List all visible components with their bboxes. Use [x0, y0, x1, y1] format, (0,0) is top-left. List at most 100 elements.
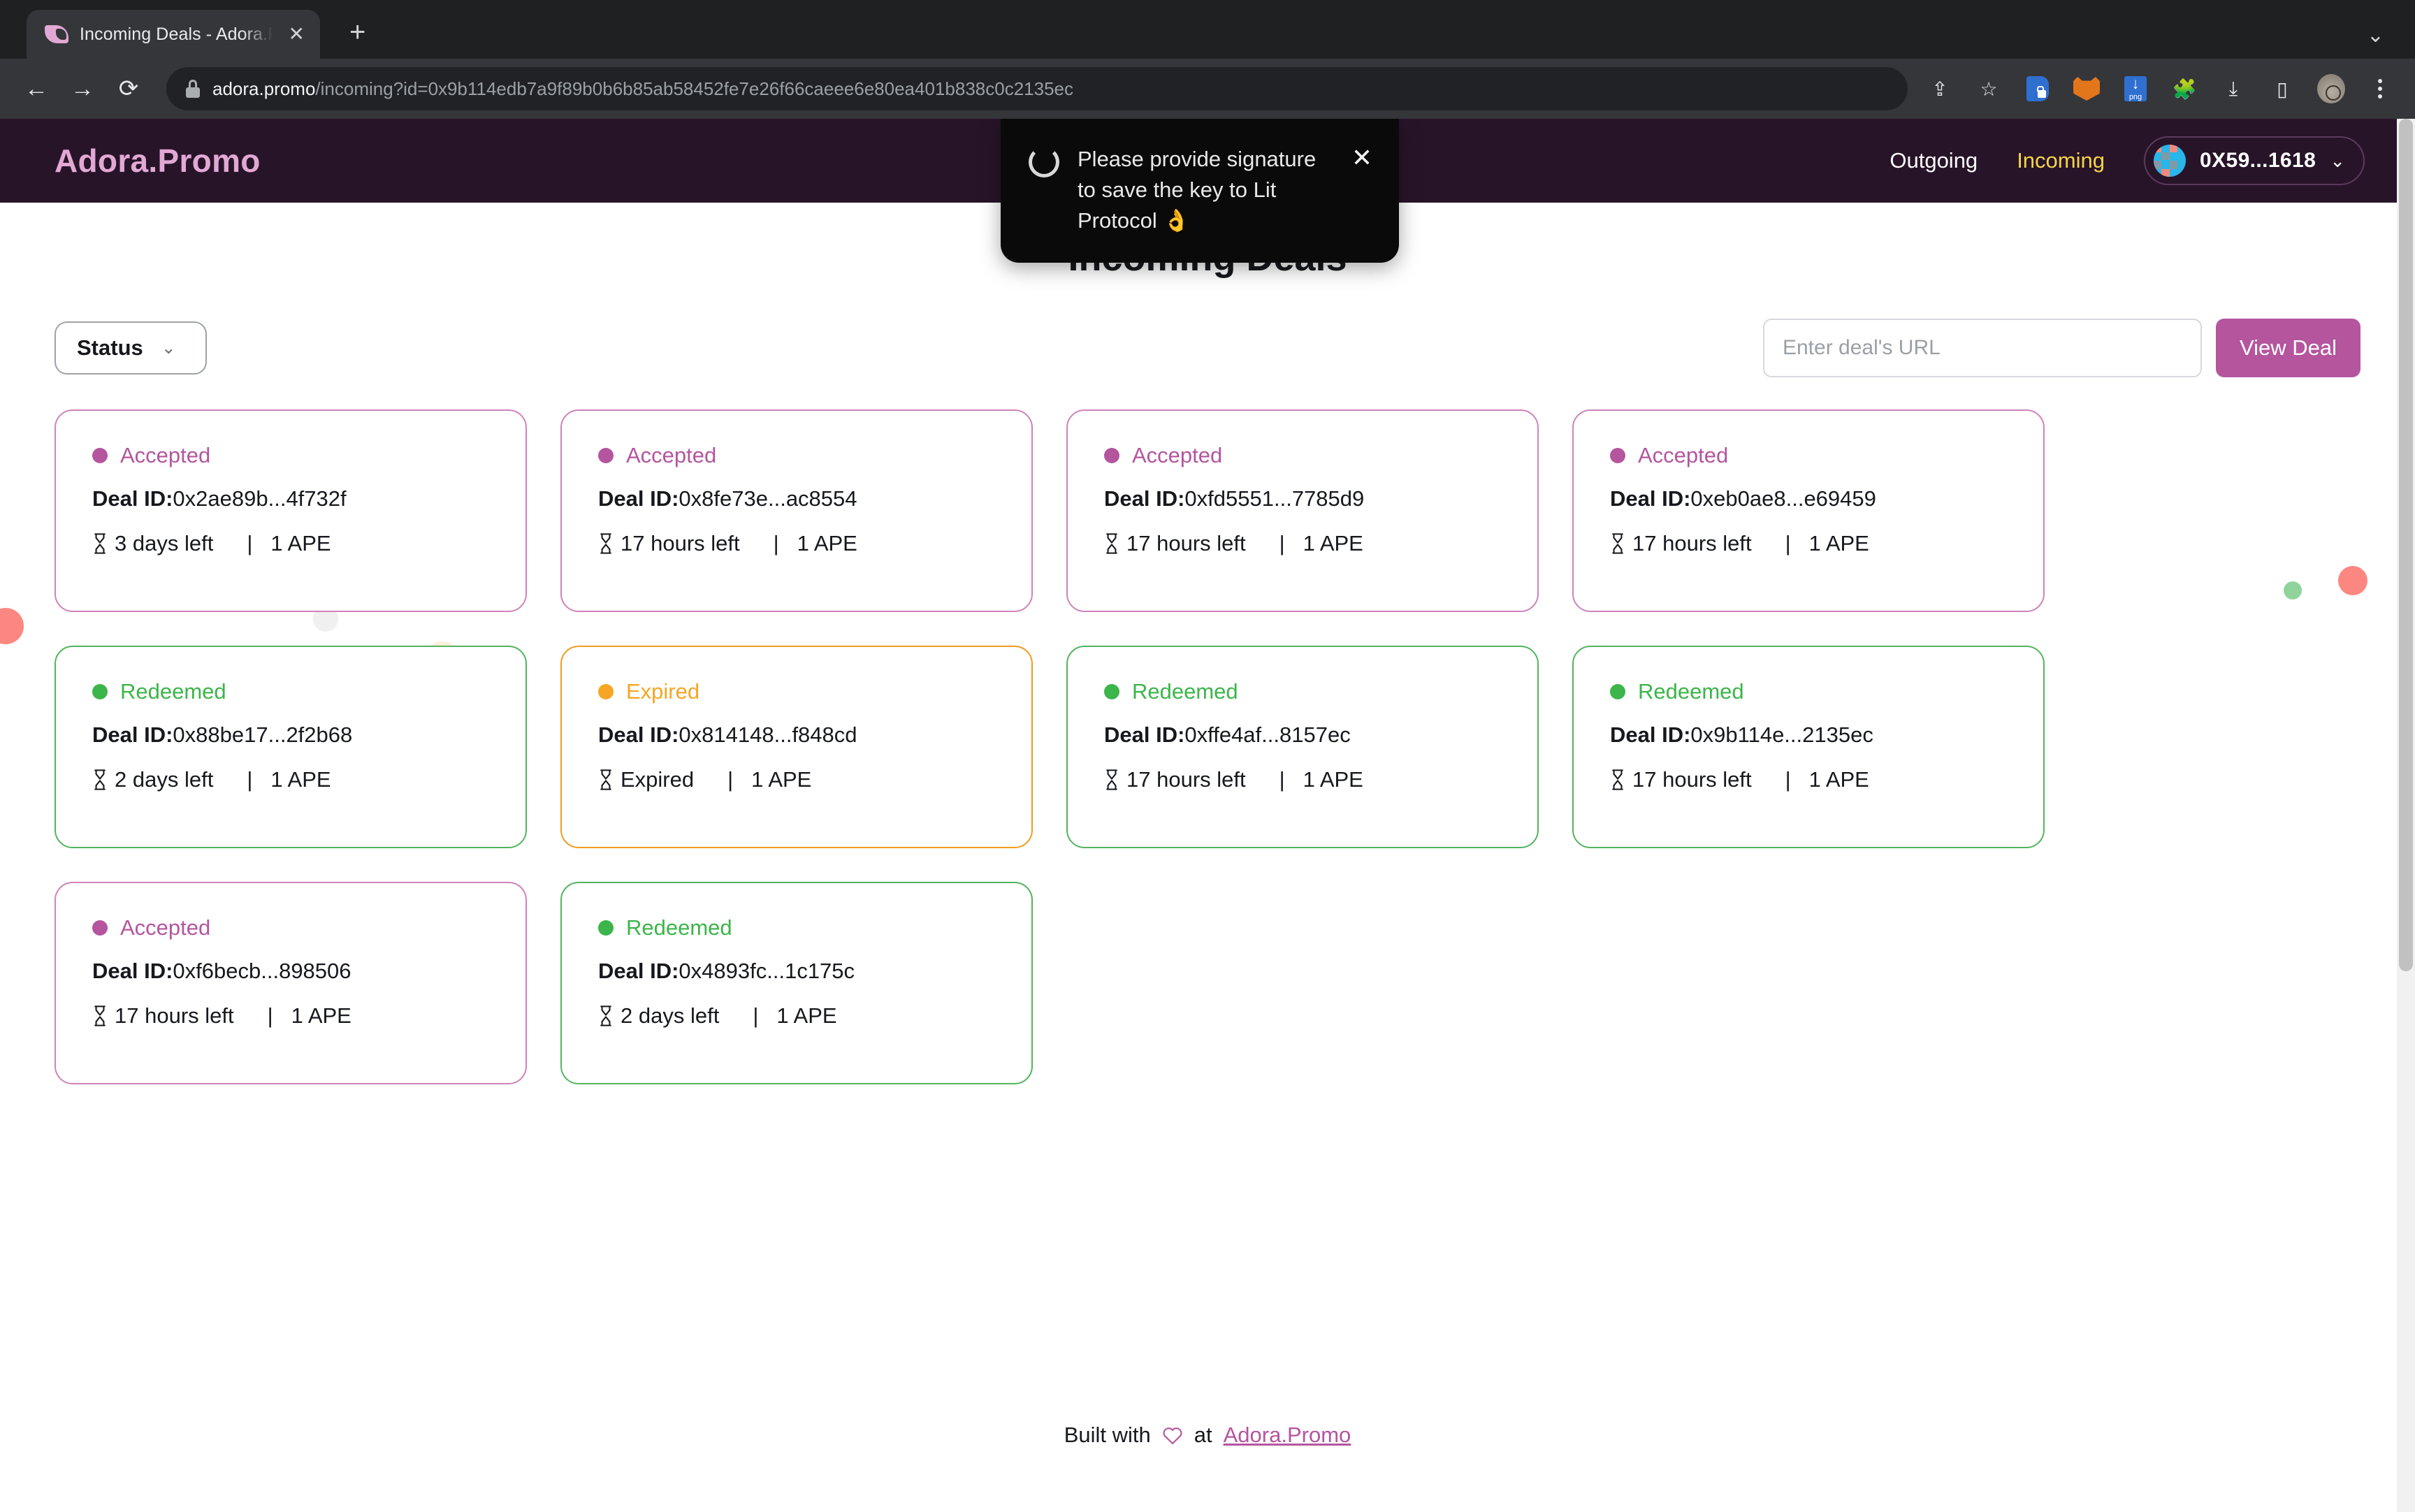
- deal-amount: 1 APE: [1303, 767, 1363, 792]
- deal-card[interactable]: Accepted Deal ID:0xfd5551...7785d9 17 hour…: [1066, 409, 1539, 612]
- status-label: Accepted: [1638, 443, 1729, 467]
- deal-id-value: 0xffe4af...8157ec: [1184, 722, 1351, 747]
- hourglass-icon: [94, 533, 106, 554]
- status-dot-icon: [598, 920, 614, 936]
- metamask-fox-icon[interactable]: [2073, 75, 2101, 103]
- status-dot-icon: [1610, 448, 1625, 463]
- deal-id-value: 0x8fe73e...ac8554: [679, 486, 857, 511]
- deals-grid: Accepted Deal ID:0x2ae89b...4f732f 3 days …: [0, 409, 2415, 1084]
- bookmark-star-icon[interactable]: ☆: [1975, 75, 2003, 103]
- deal-id-value: 0xeb0ae8...e69459: [1690, 486, 1876, 511]
- deal-card[interactable]: Redeemed Deal ID:0x88be17...2f2b68 2 days …: [55, 646, 527, 848]
- hourglass-icon: [1106, 769, 1117, 790]
- deal-id-row: Deal ID:0x8fe73e...ac8554: [598, 486, 995, 511]
- deal-meta: 17 hours left | 1 APE: [1104, 767, 1501, 792]
- deal-amount: 1 APE: [270, 767, 331, 792]
- png-download-icon[interactable]: png: [2122, 75, 2149, 103]
- app-logo[interactable]: Adora.Promo: [55, 142, 261, 180]
- reload-button[interactable]: ⟳: [109, 69, 148, 108]
- deal-card[interactable]: Accepted Deal ID:0xeb0ae8...e69459 17 hour…: [1572, 409, 2045, 612]
- nav-link-incoming[interactable]: Incoming: [2017, 148, 2105, 173]
- deal-card[interactable]: Accepted Deal ID:0xf6becb...898506 17 hour…: [55, 882, 527, 1084]
- deal-id-label: Deal ID:: [1104, 486, 1185, 511]
- meta-separator: |: [1279, 531, 1285, 555]
- deal-id-value: 0x2ae89b...4f732f: [173, 486, 347, 511]
- status-dot-icon: [1104, 448, 1119, 463]
- meta-separator: |: [247, 531, 253, 555]
- status-badge: Redeemed: [92, 679, 489, 704]
- close-icon[interactable]: ✕: [1351, 145, 1372, 236]
- hourglass-icon: [1612, 533, 1623, 554]
- address-bar[interactable]: adora.promo/incoming?id=0x9b114edb7a9f89…: [166, 67, 1908, 110]
- meta-separator: |: [727, 767, 734, 792]
- share-icon[interactable]: ⇪: [1926, 75, 1954, 103]
- lock-icon: [186, 80, 200, 98]
- wallet-button[interactable]: 0X59...1618 ⌄: [2143, 136, 2365, 185]
- status-dot-icon: [598, 684, 614, 699]
- close-icon[interactable]: ✕: [284, 24, 309, 44]
- heart-icon: [1163, 1427, 1182, 1445]
- view-deal-button[interactable]: View Deal: [2215, 319, 2360, 377]
- deal-amount: 1 APE: [291, 1003, 351, 1028]
- browser-tab[interactable]: Incoming Deals - Adora.Promo ✕: [27, 10, 320, 59]
- app-nav: Outgoing Incoming 0X59...1618 ⌄: [1890, 136, 2365, 185]
- deal-time-left: 17 hours left: [1126, 531, 1246, 555]
- password-manager-icon[interactable]: [2024, 75, 2052, 103]
- meta-separator: |: [1785, 767, 1791, 792]
- deal-card[interactable]: Expired Deal ID:0x814148...f848cd Expired |…: [560, 646, 1033, 848]
- deal-id-row: Deal ID:0x88be17...2f2b68: [92, 722, 489, 748]
- status-badge: Redeemed: [1104, 679, 1501, 704]
- footer-middle: at: [1194, 1423, 1212, 1447]
- page-scrollbar[interactable]: [2397, 119, 2415, 1512]
- status-label: Redeemed: [1132, 679, 1238, 704]
- deal-id-row: Deal ID:0xfd5551...7785d9: [1104, 486, 1501, 511]
- deal-id-label: Deal ID:: [598, 486, 679, 511]
- deal-amount: 1 APE: [1808, 767, 1869, 792]
- deal-time-left: 17 hours left: [1126, 767, 1246, 792]
- deal-id-row: Deal ID:0xffe4af...8157ec: [1104, 722, 1501, 748]
- status-filter-dropdown[interactable]: Status ⌄: [55, 321, 207, 375]
- deal-card[interactable]: Redeemed Deal ID:0x4893fc...1c175c 2 days …: [560, 882, 1033, 1084]
- browser-window: Incoming Deals - Adora.Promo ✕ + ⌄ ← → ⟳…: [0, 0, 2415, 1512]
- deal-card[interactable]: Redeemed Deal ID:0x9b114e...2135ec 17 hour…: [1572, 646, 2045, 848]
- chevron-down-icon[interactable]: ⌄: [2367, 23, 2384, 48]
- status-badge: Accepted: [92, 443, 489, 468]
- status-label: Expired: [626, 679, 700, 704]
- status-label: Accepted: [120, 915, 211, 940]
- deal-id-row: Deal ID:0xeb0ae8...e69459: [1610, 486, 2007, 511]
- extensions-puzzle-icon[interactable]: 🧩: [2170, 75, 2198, 103]
- deal-card[interactable]: Accepted Deal ID:0x8fe73e...ac8554 17 hour…: [560, 409, 1033, 612]
- deal-id-row: Deal ID:0x2ae89b...4f732f: [92, 486, 489, 511]
- profile-avatar-icon[interactable]: [2317, 74, 2345, 103]
- deal-url-input[interactable]: [1762, 319, 2202, 377]
- status-badge: Expired: [598, 679, 995, 704]
- tab-title: Incoming Deals - Adora.Promo: [80, 24, 273, 44]
- scrollbar-thumb[interactable]: [2399, 119, 2413, 971]
- footer-link-adora[interactable]: Adora.Promo: [1224, 1423, 1351, 1448]
- status-dot-icon: [598, 448, 614, 463]
- nav-link-outgoing[interactable]: Outgoing: [1890, 148, 1978, 173]
- deal-id-label: Deal ID:: [92, 959, 173, 983]
- back-button[interactable]: ←: [17, 69, 56, 108]
- deal-meta: 17 hours left | 1 APE: [1104, 531, 1501, 556]
- deal-card[interactable]: Accepted Deal ID:0x2ae89b...4f732f 3 days …: [55, 409, 527, 612]
- status-label: Accepted: [626, 443, 717, 467]
- deal-time-left: 3 days left: [115, 531, 214, 555]
- footer: Built with at Adora.Promo: [0, 1423, 2415, 1448]
- chrome-menu-icon[interactable]: [2366, 75, 2394, 103]
- deal-id-label: Deal ID:: [1610, 722, 1691, 747]
- status-dot-icon: [92, 684, 108, 699]
- signature-toast: Please provide signature to save the key…: [1001, 119, 1399, 263]
- downloads-icon[interactable]: ⤓: [2219, 75, 2247, 103]
- forward-button[interactable]: →: [63, 69, 102, 108]
- deal-meta: 17 hours left | 1 APE: [598, 531, 995, 556]
- deal-card[interactable]: Redeemed Deal ID:0xffe4af...8157ec 17 hour…: [1066, 646, 1539, 848]
- side-panel-icon[interactable]: ▯: [2268, 75, 2296, 103]
- page-content: Adora.Promo Outgoing Incoming 0X59...161…: [0, 119, 2415, 1512]
- chevron-down-icon[interactable]: ⌄: [2330, 150, 2345, 172]
- controls-row: Status ⌄ View Deal: [0, 319, 2415, 377]
- deal-amount: 1 APE: [270, 531, 331, 555]
- deal-id-label: Deal ID:: [92, 486, 173, 511]
- new-tab-button[interactable]: +: [349, 18, 365, 46]
- meta-separator: |: [753, 1003, 759, 1028]
